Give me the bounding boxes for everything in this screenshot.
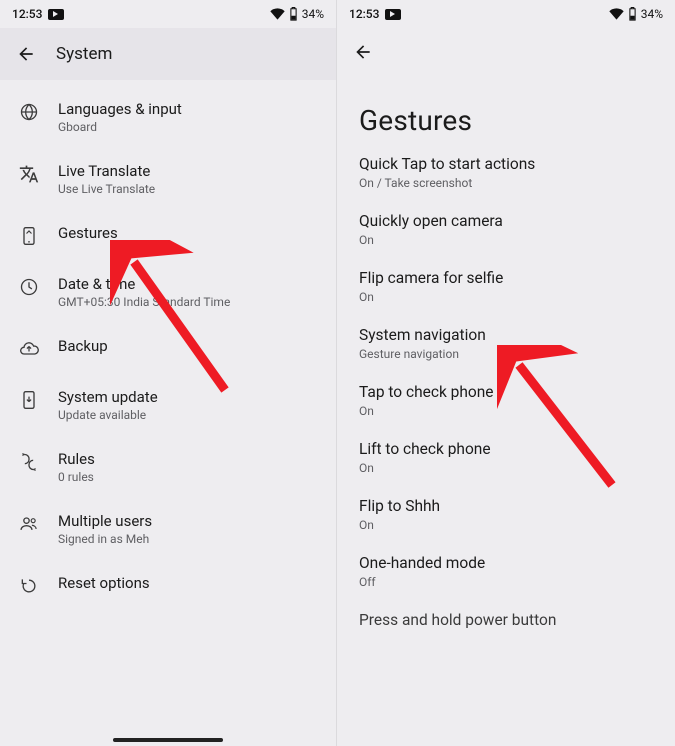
row-title: System navigation xyxy=(359,326,653,344)
gestures-phone-icon xyxy=(18,225,40,247)
row-system-navigation[interactable]: System navigation Gesture navigation xyxy=(359,326,653,361)
arrow-back-icon xyxy=(16,44,36,64)
row-system-update[interactable]: System update Update available xyxy=(0,374,336,436)
row-subtitle: Signed in as Meh xyxy=(58,532,152,546)
phone-screen-gestures: 12:53 34% Gestures Quick Tap to start a xyxy=(337,0,675,746)
page-title: System xyxy=(56,44,112,64)
row-title: Rules xyxy=(58,450,95,468)
row-gestures[interactable]: Gestures xyxy=(0,210,336,261)
row-date-time[interactable]: Date & time GMT+05:30 India Standard Tim… xyxy=(0,261,336,323)
row-flip-to-shhh[interactable]: Flip to Shhh On xyxy=(359,497,653,532)
row-title: Multiple users xyxy=(58,512,152,530)
row-tap-check-phone[interactable]: Tap to check phone On xyxy=(359,383,653,418)
youtube-icon xyxy=(385,9,401,20)
row-title: Gestures xyxy=(58,224,118,242)
row-title: Tap to check phone xyxy=(359,383,653,401)
row-title: Backup xyxy=(58,337,108,355)
row-title: Lift to check phone xyxy=(359,440,653,458)
status-bar: 12:53 34% xyxy=(0,0,336,28)
cloud-upload-icon xyxy=(18,338,40,360)
status-battery-pct: 34% xyxy=(641,7,663,21)
row-subtitle: Use Live Translate xyxy=(58,182,155,196)
row-title: Date & time xyxy=(58,275,230,293)
row-subtitle: On xyxy=(359,461,653,475)
row-subtitle: On xyxy=(359,518,653,532)
row-title: System update xyxy=(58,388,158,406)
app-bar xyxy=(337,28,675,76)
users-icon xyxy=(18,513,40,535)
row-title: One-handed mode xyxy=(359,554,653,572)
battery-icon xyxy=(628,7,637,21)
back-button[interactable] xyxy=(351,40,375,64)
row-title: Quickly open camera xyxy=(359,212,653,230)
row-subtitle: On / Take screenshot xyxy=(359,176,653,190)
settings-list: Languages & input Gboard Live Translate … xyxy=(0,80,336,611)
status-clock: 12:53 xyxy=(349,7,379,21)
row-subtitle: Off xyxy=(359,575,653,589)
row-live-translate[interactable]: Live Translate Use Live Translate xyxy=(0,148,336,210)
row-title: Live Translate xyxy=(58,162,155,180)
reset-icon xyxy=(18,575,40,597)
clock-icon xyxy=(18,276,40,298)
row-languages-input[interactable]: Languages & input Gboard xyxy=(0,86,336,148)
row-subtitle: On xyxy=(359,290,653,304)
app-bar: System xyxy=(0,28,336,80)
row-title: Reset options xyxy=(58,574,150,592)
gestures-list: Quick Tap to start actions On / Take scr… xyxy=(337,155,675,629)
arrow-back-icon xyxy=(353,42,373,62)
row-subtitle: On xyxy=(359,404,653,418)
wifi-icon xyxy=(609,8,624,20)
row-subtitle: Gboard xyxy=(58,120,182,134)
row-subtitle: Update available xyxy=(58,408,158,422)
youtube-icon xyxy=(48,9,64,20)
row-title: Press and hold power button xyxy=(359,611,653,629)
row-subtitle: GMT+05:30 India Standard Time xyxy=(58,295,230,309)
row-rules[interactable]: Rules 0 rules xyxy=(0,436,336,498)
rules-icon xyxy=(18,451,40,473)
wifi-icon xyxy=(270,8,285,20)
page-title: Gestures xyxy=(337,76,675,155)
row-reset-options[interactable]: Reset options xyxy=(0,560,336,611)
system-update-icon xyxy=(18,389,40,411)
row-subtitle: Gesture navigation xyxy=(359,347,653,361)
row-flip-camera-selfie[interactable]: Flip camera for selfie On xyxy=(359,269,653,304)
row-title: Flip to Shhh xyxy=(359,497,653,515)
status-clock: 12:53 xyxy=(12,7,42,21)
battery-icon xyxy=(289,7,298,21)
back-button[interactable] xyxy=(14,42,38,66)
phone-screen-system: 12:53 34% System xyxy=(0,0,337,746)
row-lift-check-phone[interactable]: Lift to check phone On xyxy=(359,440,653,475)
row-subtitle: On xyxy=(359,233,653,247)
status-battery-pct: 34% xyxy=(302,7,324,21)
row-multiple-users[interactable]: Multiple users Signed in as Meh xyxy=(0,498,336,560)
row-title: Languages & input xyxy=(58,100,182,118)
gesture-nav-handle[interactable] xyxy=(113,738,223,742)
row-quick-tap[interactable]: Quick Tap to start actions On / Take scr… xyxy=(359,155,653,190)
row-backup[interactable]: Backup xyxy=(0,323,336,374)
row-one-handed-mode[interactable]: One-handed mode Off xyxy=(359,554,653,589)
row-title: Flip camera for selfie xyxy=(359,269,653,287)
row-quickly-open-camera[interactable]: Quickly open camera On xyxy=(359,212,653,247)
translate-icon xyxy=(18,163,40,185)
globe-icon xyxy=(18,101,40,123)
status-bar: 12:53 34% xyxy=(337,0,675,28)
row-press-hold-power[interactable]: Press and hold power button xyxy=(359,611,653,629)
row-title: Quick Tap to start actions xyxy=(359,155,653,173)
row-subtitle: 0 rules xyxy=(58,470,95,484)
